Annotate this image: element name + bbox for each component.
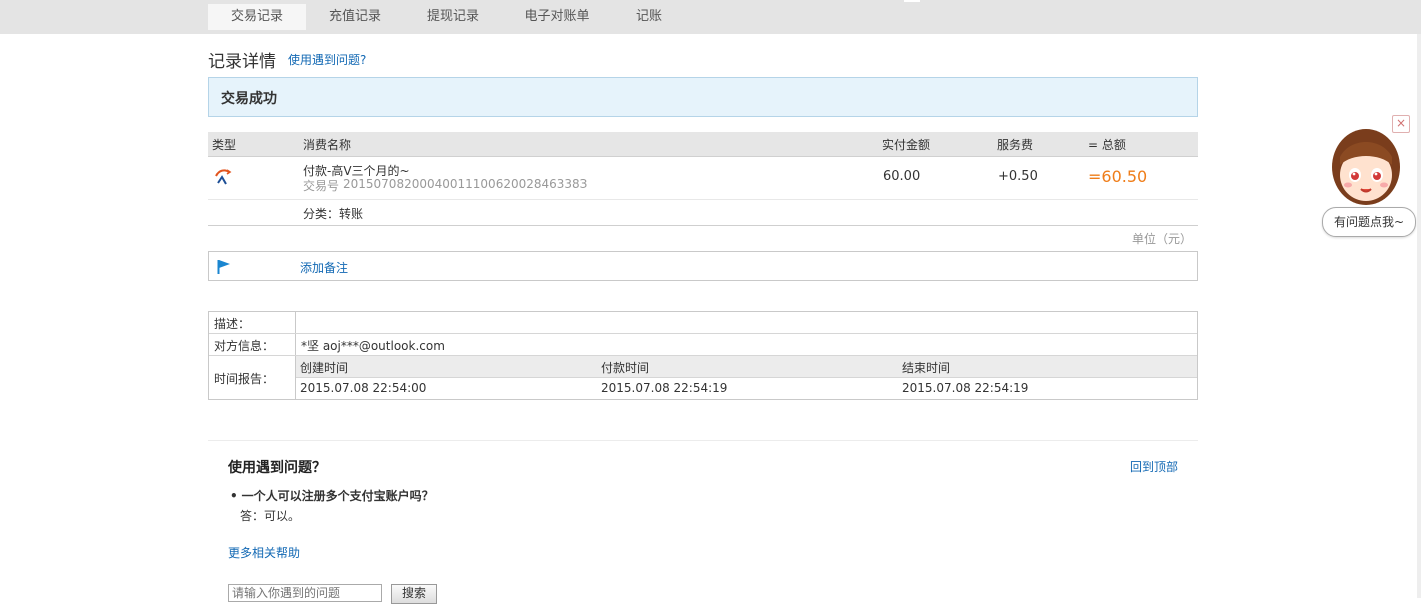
- party-label: 对方信息：: [214, 339, 275, 353]
- tx-id: 2015070820004001110062002846338З: [343, 177, 588, 191]
- faq-question-text: 一个人可以注册多个支付宝账户吗？: [241, 489, 434, 503]
- search-button[interactable]: 搜索: [391, 584, 437, 604]
- header-name: 消费名称: [303, 138, 352, 152]
- time-created: 2015.07.08 22:54:00: [300, 381, 427, 395]
- back-to-top-link[interactable]: 回到顶部: [1130, 458, 1178, 475]
- nav-divider: [904, 0, 920, 2]
- header-type: 类型: [212, 138, 237, 152]
- desc-label: 描述：: [214, 317, 251, 331]
- help-link[interactable]: 使用遇到问题?: [288, 51, 366, 68]
- tx-label: 交易号: [303, 179, 340, 193]
- mascot-avatar[interactable]: [1330, 127, 1402, 212]
- info-divider: [209, 333, 1197, 334]
- tab-recharge[interactable]: 充值记录: [306, 4, 404, 30]
- amount-value: 60.00: [883, 169, 921, 184]
- total-value: =60.50: [1088, 167, 1148, 186]
- faq-title: 使用遇到问题？: [228, 460, 326, 476]
- time-paid: 2015.07.08 22:54:19: [601, 381, 728, 395]
- tab-bookkeeping[interactable]: 记账: [612, 4, 686, 30]
- helper-widget: × 有问题点我~: [1322, 115, 1416, 237]
- add-note-link[interactable]: 添加备注: [300, 259, 348, 276]
- time-header-row: 创建时间 付款时间 结束时间: [296, 356, 1197, 378]
- header-total: = 总额: [1088, 138, 1126, 152]
- time-header-ended: 结束时间: [902, 361, 951, 375]
- note-box: 添加备注: [208, 251, 1198, 281]
- tab-transactions[interactable]: 交易记录: [208, 4, 306, 30]
- status-box: 交易成功: [208, 77, 1198, 117]
- top-nav: 交易记录 充值记录 提现记录 电子对账单 记账: [0, 0, 1421, 34]
- faq-divider: [208, 440, 1198, 441]
- search-input[interactable]: [228, 584, 382, 602]
- category-text: 分类：转账: [303, 207, 364, 221]
- time-label: 时间报告：: [214, 372, 275, 386]
- faq-question[interactable]: • 一个人可以注册多个支付宝账户吗？: [230, 487, 434, 504]
- time-ended: 2015.07.08 22:54:19: [902, 381, 1029, 395]
- more-help-link[interactable]: 更多相关帮助: [228, 544, 300, 561]
- status-text: 交易成功: [221, 91, 277, 107]
- flag-icon: [217, 259, 231, 278]
- category-row: 分类：转账: [208, 200, 1198, 226]
- party-value: *坚 aoj***@outlook.com: [301, 339, 445, 353]
- bullet: •: [230, 489, 238, 503]
- tab-statement[interactable]: 电子对账单: [502, 4, 612, 30]
- faq-answer: 答：可以。: [240, 509, 301, 523]
- helper-bubble[interactable]: 有问题点我~: [1322, 207, 1416, 237]
- info-table: 描述： 对方信息： *坚 aoj***@outlook.com 时间报告： 创建…: [208, 311, 1198, 400]
- transfer-icon: [214, 168, 232, 189]
- page-title: 记录详情: [208, 52, 276, 72]
- time-header-paid: 付款时间: [601, 361, 650, 375]
- scrollbar[interactable]: [1417, 34, 1421, 598]
- table-header: 类型 消费名称 实付金额 服务费 = 总额: [208, 132, 1198, 157]
- fee-value: +0.50: [998, 169, 1038, 184]
- unit-label: 单位（元）: [1132, 232, 1193, 246]
- table-row: 付款-高V三个月的~ 交易号 2015070820004001110062002…: [208, 157, 1198, 200]
- header-fee: 服务费: [997, 138, 1034, 152]
- time-header-created: 创建时间: [300, 361, 349, 375]
- tab-withdraw[interactable]: 提现记录: [404, 4, 502, 30]
- header-amount: 实付金额: [882, 138, 931, 152]
